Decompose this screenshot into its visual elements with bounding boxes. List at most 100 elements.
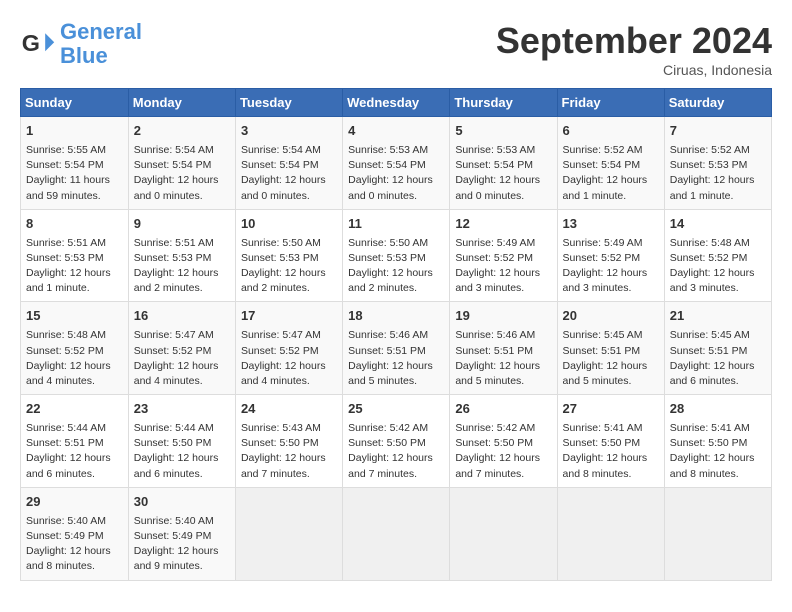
logo-text: GeneralBlue — [60, 20, 142, 68]
day-number: 6 — [563, 122, 659, 141]
calendar-cell: 8 Sunrise: 5:51 AMSunset: 5:53 PMDaylight… — [21, 209, 129, 302]
day-info: Sunrise: 5:40 AMSunset: 5:49 PMDaylight:… — [134, 514, 230, 575]
day-number: 20 — [563, 307, 659, 326]
day-number: 10 — [241, 215, 337, 234]
calendar-cell: 19 Sunrise: 5:46 AMSunset: 5:51 PMDayligh… — [450, 302, 557, 395]
day-info: Sunrise: 5:51 AMSunset: 5:53 PMDaylight:… — [26, 236, 123, 297]
day-info: Sunrise: 5:45 AMSunset: 5:51 PMDaylight:… — [563, 328, 659, 389]
day-number: 7 — [670, 122, 766, 141]
day-info: Sunrise: 5:55 AMSunset: 5:54 PMDaylight:… — [26, 143, 123, 204]
day-info: Sunrise: 5:50 AMSunset: 5:53 PMDaylight:… — [241, 236, 337, 297]
calendar-cell: 6Sunrise: 5:52 AMSunset: 5:54 PMDaylight… — [557, 117, 664, 210]
calendar-cell: 26 Sunrise: 5:42 AMSunset: 5:50 PMDayligh… — [450, 395, 557, 488]
day-number: 15 — [26, 307, 123, 326]
header-tuesday: Tuesday — [235, 89, 342, 117]
day-info: Sunrise: 5:54 AMSunset: 5:54 PMDaylight:… — [241, 143, 337, 204]
calendar-cell: 12 Sunrise: 5:49 AMSunset: 5:52 PMDayligh… — [450, 209, 557, 302]
day-number: 2 — [134, 122, 230, 141]
day-info: Sunrise: 5:44 AMSunset: 5:50 PMDaylight:… — [134, 421, 230, 482]
day-number: 13 — [563, 215, 659, 234]
calendar-cell: 27Sunrise: 5:41 AMSunset: 5:50 PMDayligh… — [557, 395, 664, 488]
day-info: Sunrise: 5:43 AMSunset: 5:50 PMDaylight:… — [241, 421, 337, 482]
calendar-cell: 2 Sunrise: 5:54 AMSunset: 5:54 PMDaylight… — [128, 117, 235, 210]
day-number: 1 — [26, 122, 123, 141]
day-number: 21 — [670, 307, 766, 326]
calendar-cell: 4 Sunrise: 5:53 AMSunset: 5:54 PMDaylight… — [343, 117, 450, 210]
calendar-week-2: 8 Sunrise: 5:51 AMSunset: 5:53 PMDaylight… — [21, 209, 772, 302]
header-wednesday: Wednesday — [343, 89, 450, 117]
calendar-week-1: 1 Sunrise: 5:55 AMSunset: 5:54 PMDaylight… — [21, 117, 772, 210]
calendar-cell — [235, 487, 342, 580]
calendar-cell: 1 Sunrise: 5:55 AMSunset: 5:54 PMDaylight… — [21, 117, 129, 210]
day-info: Sunrise: 5:40 AMSunset: 5:49 PMDaylight:… — [26, 514, 123, 575]
day-number: 19 — [455, 307, 551, 326]
logo: G GeneralBlue — [20, 20, 142, 68]
day-info: Sunrise: 5:47 AMSunset: 5:52 PMDaylight:… — [241, 328, 337, 389]
day-number: 4 — [348, 122, 444, 141]
day-info: Sunrise: 5:52 AMSunset: 5:53 PMDaylight:… — [670, 143, 766, 204]
day-number: 5 — [455, 122, 551, 141]
day-info: Sunrise: 5:41 AMSunset: 5:50 PMDaylight:… — [670, 421, 766, 482]
day-number: 23 — [134, 400, 230, 419]
day-number: 24 — [241, 400, 337, 419]
day-info: Sunrise: 5:42 AMSunset: 5:50 PMDaylight:… — [455, 421, 551, 482]
day-number: 14 — [670, 215, 766, 234]
day-number: 28 — [670, 400, 766, 419]
day-info: Sunrise: 5:47 AMSunset: 5:52 PMDaylight:… — [134, 328, 230, 389]
calendar-week-5: 29 Sunrise: 5:40 AMSunset: 5:49 PMDayligh… — [21, 487, 772, 580]
day-info: Sunrise: 5:48 AMSunset: 5:52 PMDaylight:… — [670, 236, 766, 297]
calendar-cell: 20 Sunrise: 5:45 AMSunset: 5:51 PMDayligh… — [557, 302, 664, 395]
calendar-cell: 16 Sunrise: 5:47 AMSunset: 5:52 PMDayligh… — [128, 302, 235, 395]
calendar-cell: 17 Sunrise: 5:47 AMSunset: 5:52 PMDayligh… — [235, 302, 342, 395]
calendar-week-4: 22Sunrise: 5:44 AMSunset: 5:51 PMDayligh… — [21, 395, 772, 488]
day-info: Sunrise: 5:53 AMSunset: 5:54 PMDaylight:… — [348, 143, 444, 204]
calendar-cell: 5 Sunrise: 5:53 AMSunset: 5:54 PMDaylight… — [450, 117, 557, 210]
day-info: Sunrise: 5:48 AMSunset: 5:52 PMDaylight:… — [26, 328, 123, 389]
calendar-cell: 25Sunrise: 5:42 AMSunset: 5:50 PMDayligh… — [343, 395, 450, 488]
calendar-table: SundayMondayTuesdayWednesdayThursdayFrid… — [20, 88, 772, 581]
day-number: 12 — [455, 215, 551, 234]
calendar-cell: 29 Sunrise: 5:40 AMSunset: 5:49 PMDayligh… — [21, 487, 129, 580]
header-monday: Monday — [128, 89, 235, 117]
day-info: Sunrise: 5:42 AMSunset: 5:50 PMDaylight:… — [348, 421, 444, 482]
calendar-week-3: 15 Sunrise: 5:48 AMSunset: 5:52 PMDayligh… — [21, 302, 772, 395]
calendar-cell: 10 Sunrise: 5:50 AMSunset: 5:53 PMDayligh… — [235, 209, 342, 302]
day-number: 17 — [241, 307, 337, 326]
calendar-cell: 21Sunrise: 5:45 AMSunset: 5:51 PMDayligh… — [664, 302, 771, 395]
day-number: 26 — [455, 400, 551, 419]
day-info: Sunrise: 5:49 AMSunset: 5:52 PMDaylight:… — [563, 236, 659, 297]
day-info: Sunrise: 5:53 AMSunset: 5:54 PMDaylight:… — [455, 143, 551, 204]
calendar-cell: 14 Sunrise: 5:48 AMSunset: 5:52 PMDayligh… — [664, 209, 771, 302]
day-number: 18 — [348, 307, 444, 326]
day-info: Sunrise: 5:49 AMSunset: 5:52 PMDaylight:… — [455, 236, 551, 297]
header-sunday: Sunday — [21, 89, 129, 117]
month-title: September 2024 — [496, 20, 772, 62]
header-saturday: Saturday — [664, 89, 771, 117]
calendar-cell: 23 Sunrise: 5:44 AMSunset: 5:50 PMDayligh… — [128, 395, 235, 488]
logo-icon: G — [20, 26, 56, 62]
day-number: 9 — [134, 215, 230, 234]
calendar-cell: 7 Sunrise: 5:52 AMSunset: 5:53 PMDaylight… — [664, 117, 771, 210]
day-info: Sunrise: 5:46 AMSunset: 5:51 PMDaylight:… — [455, 328, 551, 389]
day-info: Sunrise: 5:50 AMSunset: 5:53 PMDaylight:… — [348, 236, 444, 297]
calendar-cell — [557, 487, 664, 580]
day-info: Sunrise: 5:51 AMSunset: 5:53 PMDaylight:… — [134, 236, 230, 297]
calendar-cell: 24 Sunrise: 5:43 AMSunset: 5:50 PMDayligh… — [235, 395, 342, 488]
calendar-header-row: SundayMondayTuesdayWednesdayThursdayFrid… — [21, 89, 772, 117]
calendar-cell — [664, 487, 771, 580]
day-number: 8 — [26, 215, 123, 234]
day-info: Sunrise: 5:44 AMSunset: 5:51 PMDaylight:… — [26, 421, 123, 482]
header-friday: Friday — [557, 89, 664, 117]
calendar-cell: 11 Sunrise: 5:50 AMSunset: 5:53 PMDayligh… — [343, 209, 450, 302]
calendar-cell — [343, 487, 450, 580]
calendar-cell: 18Sunrise: 5:46 AMSunset: 5:51 PMDayligh… — [343, 302, 450, 395]
calendar-cell: 3Sunrise: 5:54 AMSunset: 5:54 PMDaylight… — [235, 117, 342, 210]
calendar-cell: 30 Sunrise: 5:40 AMSunset: 5:49 PMDayligh… — [128, 487, 235, 580]
day-info: Sunrise: 5:54 AMSunset: 5:54 PMDaylight:… — [134, 143, 230, 204]
day-info: Sunrise: 5:41 AMSunset: 5:50 PMDaylight:… — [563, 421, 659, 482]
day-number: 30 — [134, 493, 230, 512]
day-number: 29 — [26, 493, 123, 512]
header-thursday: Thursday — [450, 89, 557, 117]
day-number: 11 — [348, 215, 444, 234]
day-number: 16 — [134, 307, 230, 326]
